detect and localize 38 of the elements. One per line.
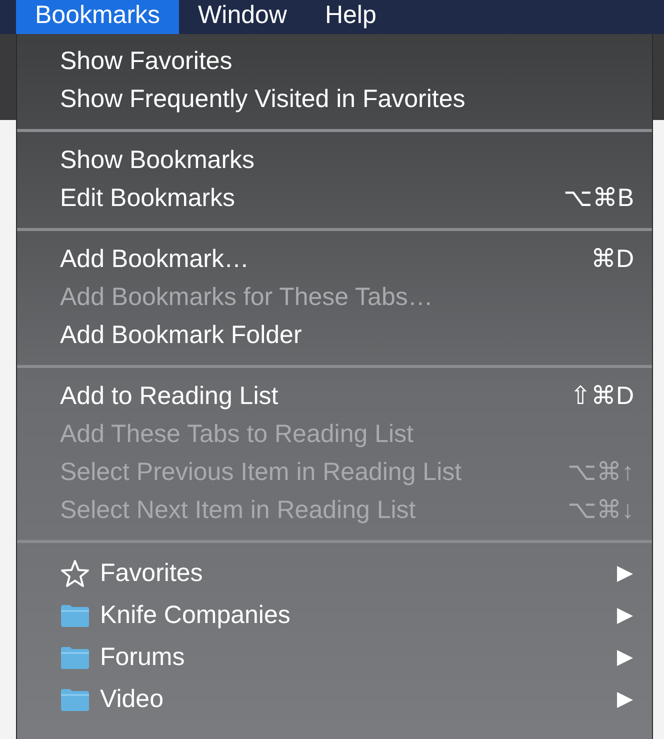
menu-bar-item[interactable]: Bookmarks: [16, 0, 180, 34]
menu-item[interactable]: Add Bookmark… ⌘D: [17, 241, 652, 279]
shortcut-label: ⌘D: [590, 244, 634, 276]
menu-bar-item[interactable]: Help: [306, 0, 396, 34]
menu-item-label: Add Bookmarks for These Tabs…: [60, 282, 433, 314]
menu-item-label: Forums: [100, 642, 185, 674]
menu-item-label: Favorites: [100, 558, 203, 590]
shortcut-label: ⌥⌘↑: [568, 457, 634, 488]
shortcut-label: ⌥⌘B: [563, 183, 634, 214]
menu-item-label: Add Bookmark…: [60, 244, 249, 276]
star-icon: [60, 559, 90, 589]
menu-bar-item[interactable]: Window: [179, 0, 306, 34]
folder-icon: [60, 688, 90, 712]
menu-item[interactable]: Video: [17, 679, 652, 721]
menu-item[interactable]: Show Favorites: [17, 43, 652, 81]
menu-item-label: Add to Reading List: [60, 381, 278, 412]
menu-item-label: Show Bookmarks: [60, 145, 255, 176]
menu-item-label: Knife Companies: [100, 600, 290, 632]
menu-item[interactable]: Add Bookmark Folder: [17, 317, 652, 355]
shortcut-label: ⌥⌘↓: [568, 495, 634, 526]
menu-item-label: Add Bookmark Folder: [60, 320, 302, 352]
menu-item-label: Select Previous Item in Reading List: [60, 457, 462, 488]
folder-icon: [60, 604, 90, 628]
menu-item-label: Add These Tabs to Reading List: [60, 419, 414, 450]
menu-item-label: Edit Bookmarks: [60, 183, 236, 214]
menu-item-label: Show Favorites: [60, 46, 232, 78]
menu-item[interactable]: Add to Reading List ⇧⌘D: [17, 378, 652, 416]
menu-item[interactable]: Favorites: [17, 553, 652, 595]
menu-item-label: Show Frequently Visited in Favorites: [60, 84, 466, 116]
shortcut-label: ⇧⌘D: [570, 381, 634, 412]
menu-item[interactable]: Show Frequently Visited in Favorites: [17, 81, 652, 119]
menu-item-label: Select Next Item in Reading List: [60, 495, 416, 526]
menu-item[interactable]: Show Bookmarks: [17, 142, 652, 180]
menu-item[interactable]: Knife Companies: [17, 595, 652, 637]
menu-item-label: Video: [100, 684, 164, 716]
menu-item[interactable]: Forums: [17, 637, 652, 679]
menu-item[interactable]: Edit Bookmarks ⌥⌘B: [17, 180, 652, 218]
folder-icon: [60, 646, 90, 670]
